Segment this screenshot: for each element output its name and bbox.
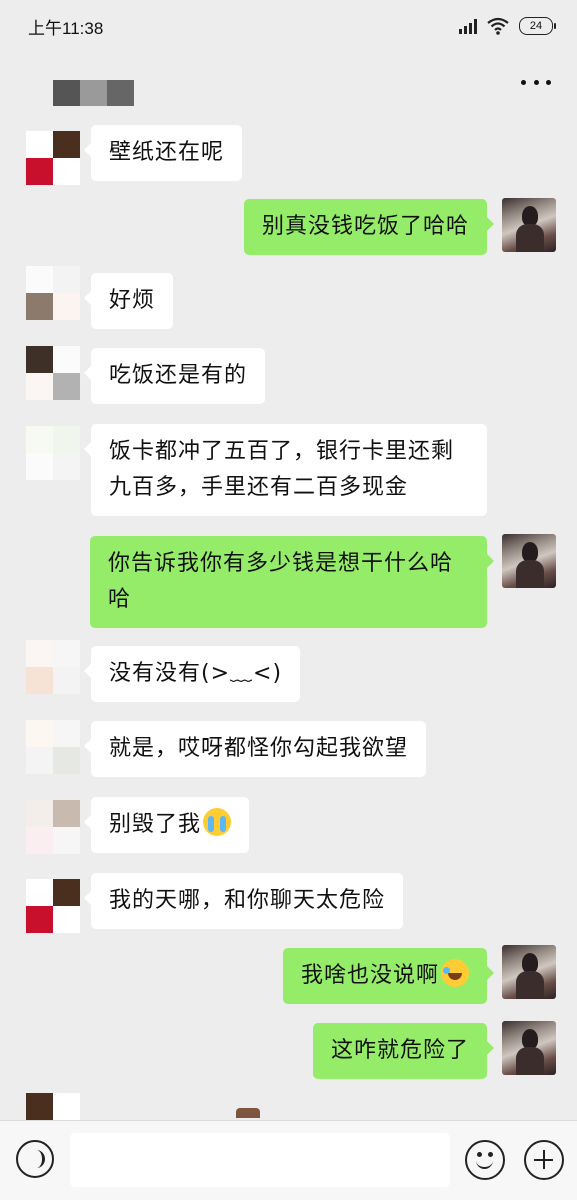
message-bubble-incoming[interactable]: 没有没有(>﹏<) — [83, 646, 301, 702]
partial-message-glyph — [236, 1108, 260, 1118]
status-time: 上午11:38 — [28, 18, 104, 38]
rolling-laughing-face-icon — [441, 959, 469, 987]
message-bubble-outgoing[interactable]: 我啥也没说啊 — [282, 948, 495, 1004]
message-text: 我啥也没说啊 — [300, 963, 439, 988]
voice-icon[interactable] — [16, 1140, 54, 1178]
contact-avatar[interactable] — [26, 640, 80, 694]
message-text: 我的天哪，和你聊天太危险 — [109, 888, 386, 913]
contact-name-redacted[interactable] — [53, 80, 134, 106]
message-bubble-incoming[interactable]: 壁纸还在呢 — [83, 125, 243, 181]
message-bubble-incoming[interactable]: 好烦 — [83, 273, 174, 329]
message-bubble-outgoing[interactable]: 这咋就危险了 — [312, 1023, 495, 1079]
message-text: 好烦 — [109, 288, 156, 313]
message-text: 别毁了我 — [109, 812, 202, 837]
self-avatar[interactable] — [502, 1021, 556, 1075]
message-text: 就是，哎呀都怪你勾起我欲望 — [109, 736, 409, 761]
message-text: 别真没钱吃饭了哈哈 — [261, 214, 469, 239]
message-text: 没有没有(>﹏<) — [109, 661, 283, 686]
message-bubble-incoming[interactable]: 吃饭还是有的 — [83, 348, 266, 404]
message-text: 壁纸还在呢 — [109, 140, 225, 165]
message-input[interactable] — [70, 1133, 450, 1187]
plus-icon[interactable] — [524, 1140, 564, 1180]
contact-avatar[interactable] — [26, 131, 80, 185]
signal-icon — [459, 18, 477, 34]
message-text: 你告诉我你有多少钱是想干什么哈哈 — [108, 551, 454, 612]
message-bubble-incoming[interactable]: 就是，哎呀都怪你勾起我欲望 — [83, 721, 427, 777]
input-bar — [0, 1120, 577, 1200]
contact-avatar[interactable] — [26, 266, 80, 320]
more-options-button[interactable] — [521, 70, 551, 94]
status-bar: 上午11:38 24 — [0, 0, 577, 52]
message-bubble-incoming[interactable]: 别毁了我 — [83, 797, 250, 853]
contact-avatar[interactable] — [26, 800, 80, 854]
self-avatar[interactable] — [502, 534, 556, 588]
message-text: 饭卡都冲了五百了，银行卡里还剩九百多，手里还有二百多现金 — [109, 439, 455, 500]
contact-avatar[interactable] — [26, 426, 80, 480]
contact-avatar[interactable] — [26, 346, 80, 400]
status-icons: 24 — [459, 17, 556, 35]
wifi-icon — [487, 17, 509, 35]
contact-avatar[interactable] — [26, 720, 80, 774]
message-bubble-incoming[interactable]: 饭卡都冲了五百了，银行卡里还剩九百多，手里还有二百多现金 — [84, 424, 487, 516]
contact-avatar[interactable] — [26, 1093, 80, 1120]
message-text: 吃饭还是有的 — [109, 363, 248, 388]
message-text: 这咋就危险了 — [330, 1038, 469, 1063]
battery-level: 24 — [529, 20, 543, 32]
battery-icon: 24 — [519, 17, 556, 35]
self-avatar[interactable] — [502, 945, 556, 999]
message-bubble-outgoing[interactable]: 别真没钱吃饭了哈哈 — [243, 199, 495, 255]
more-dots-icon — [521, 79, 526, 85]
contact-avatar[interactable] — [26, 879, 80, 933]
self-avatar[interactable] — [502, 198, 556, 252]
smiley-icon[interactable] — [465, 1140, 505, 1180]
loudly-crying-face-icon — [203, 808, 232, 836]
message-bubble-outgoing[interactable]: 你告诉我你有多少钱是想干什么哈哈 — [90, 536, 494, 628]
message-bubble-incoming[interactable]: 我的天哪，和你聊天太危险 — [83, 873, 404, 929]
